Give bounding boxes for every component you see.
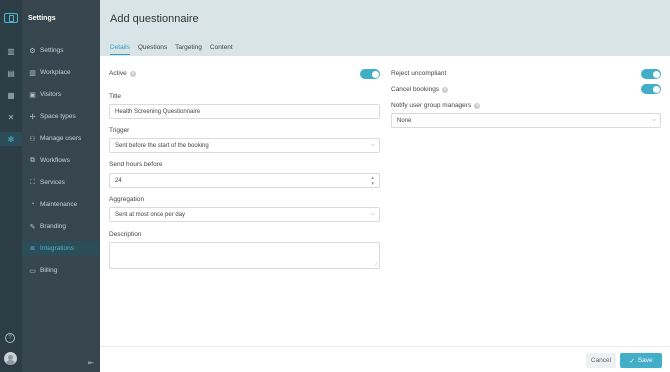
aggregation-label: Aggregation bbox=[109, 196, 145, 203]
title-input[interactable]: Health Screening Questionnaire bbox=[109, 104, 380, 119]
form-footer: Cancel ✓ Save bbox=[100, 346, 670, 372]
sidebar-item-label: Workplace bbox=[40, 69, 71, 76]
sidebar-item-label: Workflows bbox=[40, 157, 70, 164]
branding-icon: ✎ bbox=[29, 223, 36, 231]
active-toggle[interactable] bbox=[360, 69, 380, 79]
chevron-down-icon: ⌵ bbox=[370, 142, 375, 148]
chevron-down-icon: ⌵ bbox=[651, 117, 656, 123]
notify-managers-label-text: Notify user group managers bbox=[391, 102, 472, 109]
aggregation-value: Sent at most once per day bbox=[115, 211, 186, 218]
reject-uncompliant-toggle[interactable] bbox=[641, 69, 661, 79]
notify-managers-select[interactable]: None ⌵ bbox=[391, 113, 661, 128]
active-label: Active ? bbox=[109, 70, 136, 77]
help-icon[interactable]: ? bbox=[474, 102, 481, 109]
sidebar-item-label: Manage users bbox=[40, 135, 82, 142]
sidebar-item-branding[interactable]: ✎ Branding bbox=[22, 219, 100, 234]
cancel-button[interactable]: Cancel bbox=[586, 353, 616, 368]
help-icon[interactable]: ? bbox=[129, 70, 136, 77]
billing-icon: ▭ bbox=[29, 267, 36, 275]
sidebar-item-space-types[interactable]: ✢ Space types bbox=[22, 109, 100, 124]
check-icon: ✓ bbox=[629, 357, 635, 365]
send-hours-value: 24 bbox=[115, 177, 122, 184]
help-icon[interactable]: ? bbox=[5, 333, 15, 343]
sidebar-item-label: Space types bbox=[40, 113, 76, 120]
space-types-icon: ✢ bbox=[29, 113, 36, 121]
notify-managers-value: None bbox=[397, 117, 412, 124]
sidebar-item-label: Billing bbox=[40, 267, 58, 274]
collapse-sidebar-icon[interactable]: ⇤ bbox=[88, 359, 94, 367]
integrations-icon: ⧈ bbox=[30, 244, 35, 252]
send-hours-label: Send hours before bbox=[109, 161, 163, 168]
cancel-bookings-toggle[interactable] bbox=[641, 84, 661, 94]
reject-uncompliant-label: Reject uncompliant bbox=[391, 70, 447, 77]
sidebar-title: Settings bbox=[28, 15, 56, 22]
users-icon: ⚇ bbox=[29, 135, 36, 143]
help-icon[interactable]: ? bbox=[442, 86, 449, 93]
sidebar-item-maintenance[interactable]: ◔ Maintenance bbox=[22, 197, 100, 212]
sidebar-item-manage-users[interactable]: ⚇ Manage users bbox=[22, 131, 100, 146]
sidebar-item-settings[interactable]: ⚙ Settings bbox=[22, 43, 100, 58]
maintenance-icon: ◔ bbox=[30, 201, 35, 208]
cancel-bookings-label: Cancel bookings ? bbox=[391, 86, 449, 93]
app-logo-icon[interactable] bbox=[4, 13, 18, 23]
tab-bar: Details Questions Targeting Content bbox=[110, 44, 241, 55]
trigger-value: Sent before the start of the booking bbox=[115, 142, 209, 149]
tab-questions[interactable]: Questions bbox=[138, 44, 167, 55]
stepper-icon[interactable]: ▲ ▼ bbox=[371, 175, 375, 186]
description-label: Description bbox=[109, 231, 142, 238]
sidebar-item-label: Services bbox=[40, 179, 65, 186]
sidebar-item-label: Visitors bbox=[40, 91, 62, 98]
cancel-bookings-label-text: Cancel bookings bbox=[391, 86, 440, 93]
settings-rail-icon[interactable]: ✻ bbox=[0, 132, 22, 146]
active-label-text: Active bbox=[109, 70, 127, 77]
sidebar-item-visitors[interactable]: ▣ Visitors bbox=[22, 87, 100, 102]
sidebar-item-workplace[interactable]: ▥ Workplace bbox=[22, 65, 100, 80]
sidebar-item-integrations[interactable]: ⧈ Integrations bbox=[22, 241, 100, 256]
save-button-label: Save bbox=[637, 357, 653, 364]
sidebar-item-label: Integrations bbox=[40, 245, 74, 252]
trigger-select[interactable]: Sent before the start of the booking ⌵ bbox=[109, 138, 380, 153]
sidebar-item-label: Settings bbox=[40, 47, 64, 54]
sidebar-item-label: Maintenance bbox=[40, 201, 78, 208]
icon-rail: ▥ ▤ ▦ ✕ ✻ ? bbox=[0, 0, 22, 372]
tab-content[interactable]: Content bbox=[210, 44, 233, 55]
workflows-icon: ⧉ bbox=[30, 156, 35, 164]
gear-icon: ⚙ bbox=[29, 47, 36, 55]
title-label: Title bbox=[109, 93, 122, 100]
building-icon: ▥ bbox=[29, 69, 36, 77]
sidebar-item-billing[interactable]: ▭ Billing bbox=[22, 263, 100, 278]
sidebar-item-label: Branding bbox=[40, 223, 67, 230]
resize-handle-icon[interactable]: ⟋ bbox=[374, 262, 378, 268]
aggregation-select[interactable]: Sent at most once per day ⌵ bbox=[109, 207, 380, 222]
save-button[interactable]: ✓ Save bbox=[620, 353, 662, 368]
settings-sidebar: Settings ⚙ Settings ▥ Workplace ▣ Visito… bbox=[22, 0, 100, 372]
chevron-down-icon: ⌵ bbox=[370, 211, 375, 217]
avatar[interactable] bbox=[4, 352, 17, 365]
building-icon[interactable]: ▥ bbox=[0, 44, 22, 58]
calendar-icon[interactable]: ▤ bbox=[0, 66, 22, 80]
details-form: Active ? Title Health Screening Question… bbox=[100, 56, 670, 346]
services-icon: ⛶ bbox=[30, 178, 35, 186]
map-icon[interactable]: ▦ bbox=[0, 88, 22, 102]
sidebar-item-services[interactable]: ⛶ Services bbox=[22, 175, 100, 190]
notify-managers-label: Notify user group managers ? bbox=[391, 102, 481, 109]
tab-targeting[interactable]: Targeting bbox=[175, 44, 202, 55]
tab-details[interactable]: Details bbox=[110, 44, 130, 55]
sidebar-item-workflows[interactable]: ⧉ Workflows bbox=[22, 153, 100, 168]
trigger-label: Trigger bbox=[109, 127, 130, 134]
page-header: Add questionnaire Details Questions Targ… bbox=[100, 0, 670, 56]
title-value: Health Screening Questionnaire bbox=[115, 108, 201, 115]
send-hours-input[interactable]: 24 ▲ ▼ bbox=[109, 173, 380, 188]
tools-icon[interactable]: ✕ bbox=[0, 110, 22, 124]
visitor-icon: ▣ bbox=[29, 91, 36, 99]
page-title: Add questionnaire bbox=[110, 13, 199, 25]
description-textarea[interactable]: ⟋ bbox=[109, 242, 380, 269]
